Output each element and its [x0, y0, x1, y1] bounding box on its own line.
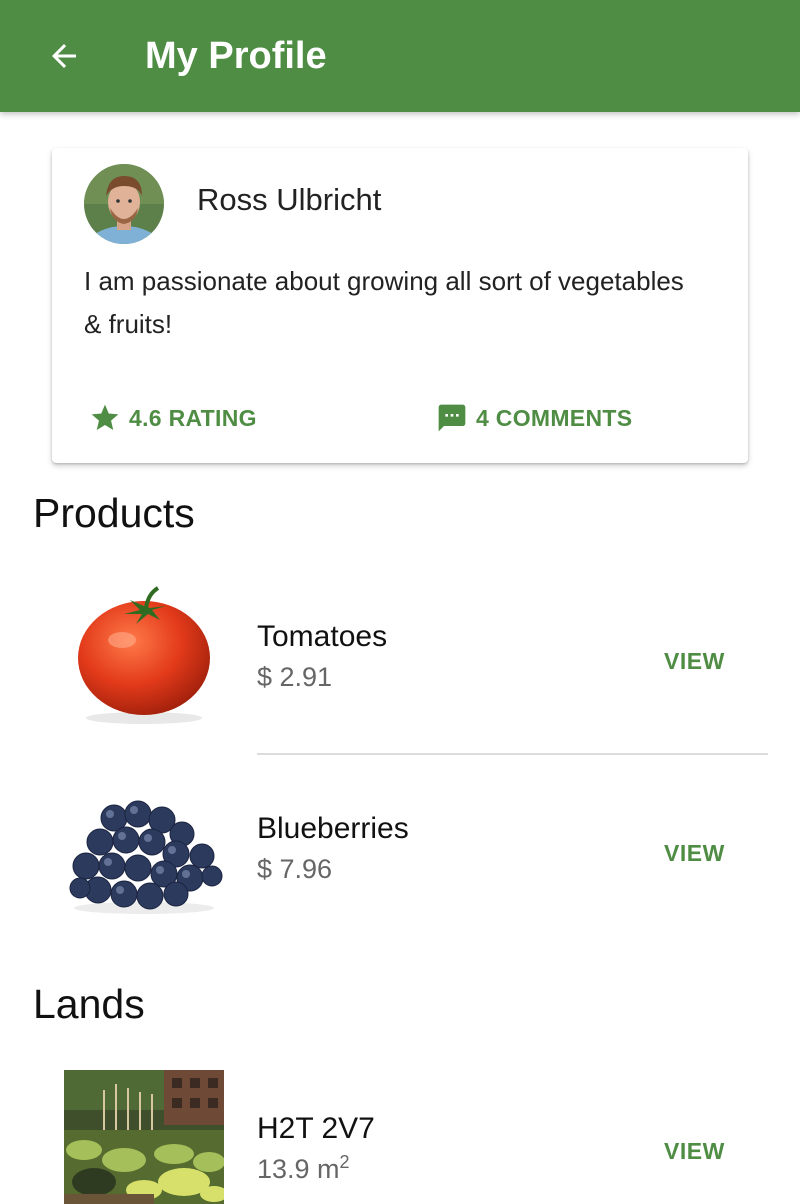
list-item: Tomatoes $ 2.91 VIEW	[0, 580, 800, 750]
app-bar: My Profile	[0, 0, 800, 112]
divider	[257, 753, 768, 755]
land-name: H2T 2V7	[257, 1112, 375, 1145]
blueberries-image	[64, 790, 224, 920]
back-button[interactable]	[40, 32, 88, 80]
product-name: Blueberries	[257, 812, 409, 845]
page-title: My Profile	[145, 35, 327, 77]
view-button[interactable]: VIEW	[664, 648, 725, 675]
rating-label: 4.6 RATING	[129, 404, 257, 431]
arrow-back-icon	[52, 44, 76, 68]
star-icon	[89, 402, 121, 434]
comment-icon	[436, 402, 468, 434]
land-area: 13.9 m2	[257, 1152, 350, 1184]
avatar	[84, 164, 164, 244]
profile-name: Ross Ulbricht	[197, 182, 382, 217]
profile-bio: I am passionate about growing all sort o…	[84, 266, 684, 339]
view-button[interactable]: VIEW	[664, 1138, 725, 1165]
product-name: Tomatoes	[257, 620, 388, 653]
product-price: $ 7.96	[257, 854, 333, 884]
profile-card: Ross Ulbricht I am passionate about grow…	[52, 148, 748, 463]
rating-button[interactable]: 4.6 RATING	[89, 398, 257, 438]
tomato-image	[64, 580, 224, 730]
view-button[interactable]: VIEW	[664, 840, 725, 867]
list-item: H2T 2V7 13.9 m2 VIEW	[0, 1070, 800, 1204]
lands-section-title: Lands	[33, 981, 145, 1027]
products-section-title: Products	[33, 490, 195, 536]
garden-image	[64, 1070, 228, 1204]
comments-button[interactable]: 4 COMMENTS	[436, 398, 632, 438]
list-item: Blueberries $ 7.96 VIEW	[0, 780, 800, 930]
product-price: $ 2.91	[257, 662, 333, 692]
comments-label: 4 COMMENTS	[476, 404, 633, 431]
